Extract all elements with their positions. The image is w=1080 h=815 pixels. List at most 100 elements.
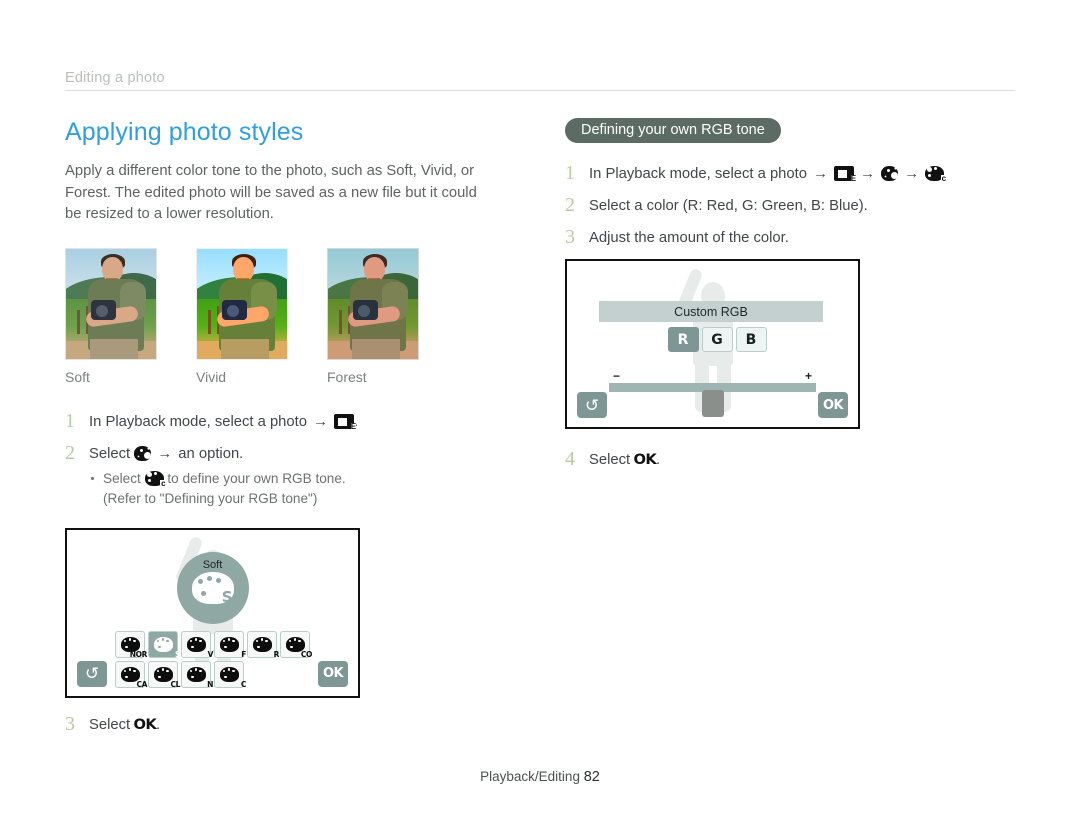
- step-2: 2 Select → an option. Select c to define…: [65, 441, 515, 510]
- step-number: 4: [565, 448, 575, 470]
- left-steps-list: 1 In Playback mode, select a photo → E. …: [65, 410, 515, 510]
- style-option-label: F: [241, 649, 246, 659]
- thumbnail-cell-vivid: Vivid: [196, 247, 288, 385]
- running-head: Editing a photo: [65, 70, 1015, 91]
- style-option-label: NOR: [129, 649, 148, 659]
- style-option-ca[interactable]: CA: [115, 660, 147, 689]
- plus-icon[interactable]: +: [805, 370, 812, 382]
- thumbnail-cell-soft: Soft: [65, 247, 157, 385]
- step-text-after: .: [156, 716, 161, 733]
- selected-style-label: Soft: [202, 558, 223, 571]
- arrow-glyph: →: [813, 166, 828, 182]
- ok-button[interactable]: OK: [318, 660, 348, 687]
- minus-icon[interactable]: −: [613, 370, 620, 382]
- style-option-c[interactable]: C: [214, 660, 247, 689]
- style-option-cl[interactable]: CL: [148, 660, 181, 689]
- photo-thumbnail-forest: [327, 247, 419, 360]
- bullet-item-note: (Refer to "Defining your RGB tone"): [89, 489, 346, 509]
- footer-section-label: Playback/Editing: [480, 769, 580, 784]
- arrow-glyph: →: [313, 413, 328, 430]
- custom-rgb-screen[interactable]: Custom RGB R G B − + ↺ OK: [565, 259, 860, 429]
- thumbnail-label: Vivid: [196, 368, 227, 385]
- step-text-before: In Playback mode, select a photo: [589, 166, 807, 182]
- palette-glyph-icon: S: [191, 571, 234, 606]
- back-arrow-icon: ↺: [584, 395, 600, 415]
- style-option-label: CA: [136, 679, 147, 689]
- step-number: 3: [565, 226, 575, 248]
- edit-mode-icon: E: [334, 413, 357, 431]
- step-number: 3: [65, 712, 75, 735]
- page-title: Applying photo styles: [65, 118, 304, 146]
- step-number: 1: [565, 162, 575, 184]
- step-text: Select a color (R: Red, G: Green, B: Blu…: [589, 198, 868, 214]
- arrow-glyph: →: [157, 445, 173, 462]
- step-text-after: an option.: [178, 445, 244, 462]
- rgb-step-4: 4 Select OK.: [565, 449, 1020, 471]
- style-option-row-1: NOR S V F R CO: [115, 630, 312, 659]
- slider-knob[interactable]: [701, 390, 724, 417]
- edit-mode-icon: E: [834, 166, 857, 183]
- custom-rgb-title: Custom RGB: [599, 301, 823, 322]
- style-option-f[interactable]: F: [214, 630, 246, 659]
- rgb-button-g[interactable]: G: [701, 327, 733, 352]
- ok-icon: OK: [633, 452, 657, 468]
- rgb-palette-icon: c: [925, 166, 948, 183]
- style-option-v[interactable]: V: [181, 630, 214, 659]
- palette-icon: [134, 445, 152, 461]
- style-option-label: CO: [300, 649, 312, 659]
- page-number: 82: [583, 769, 600, 785]
- section-badge: Defining your own RGB tone: [565, 118, 781, 143]
- style-option-co[interactable]: CO: [280, 630, 312, 659]
- style-option-s[interactable]: S: [148, 630, 180, 659]
- rgb-button-r[interactable]: R: [667, 327, 699, 352]
- style-option-n[interactable]: N: [181, 660, 213, 689]
- palette-icon: [881, 166, 899, 181]
- bullet-text-after: to define your own RGB tone.: [167, 470, 346, 486]
- slider-track[interactable]: [609, 383, 816, 417]
- step-number: 2: [565, 194, 575, 216]
- step-text-after: .: [656, 452, 661, 468]
- photo-style-screen[interactable]: Soft S NOR S V F R CO CA CL N C ↺ OK: [65, 527, 360, 698]
- photo-thumbnail-soft: [65, 247, 157, 360]
- step-text: Adjust the amount of the color.: [589, 230, 789, 246]
- photo-thumbnail-vivid: [196, 247, 288, 360]
- amount-slider[interactable]: − +: [609, 370, 816, 417]
- rgb-palette-icon: c: [144, 470, 167, 488]
- right-steps-list: 1 In Playback mode, select a photo → E →…: [565, 163, 1020, 249]
- left-column: Applying photo styles Apply a different …: [65, 118, 515, 746]
- step-number: 2: [65, 441, 75, 464]
- step-text: Select OK.: [589, 449, 660, 471]
- step-text-before: Select: [589, 452, 631, 468]
- thumbnail-label: Soft: [65, 368, 90, 385]
- style-option-r[interactable]: R: [247, 630, 279, 658]
- intro-paragraph: Apply a different color tone to the phot…: [65, 163, 477, 222]
- back-arrow-icon: ↺: [84, 664, 100, 683]
- arrow-glyph: →: [860, 166, 875, 182]
- ok-icon: OK: [133, 716, 157, 733]
- thumbnail-cell-forest: Forest: [327, 247, 419, 385]
- step-text: Select → an option. Select c to define y…: [89, 443, 346, 510]
- style-option-label: V: [207, 649, 214, 659]
- step-2-bullets: Select c to define your own RGB tone. (R…: [89, 469, 346, 509]
- right-column: Defining your own RGB tone 1 In Playback…: [565, 118, 1020, 481]
- step-text-before: Select: [89, 445, 131, 462]
- style-option-label: S: [174, 649, 180, 659]
- running-head-divider: [65, 90, 1015, 91]
- style-option-nor[interactable]: NOR: [115, 630, 148, 659]
- style-option-row-2: CA CL N C: [115, 660, 310, 689]
- running-head-text: Editing a photo: [65, 70, 165, 86]
- selected-style-glyph: S: [221, 587, 233, 606]
- step-1: 1 In Playback mode, select a photo → E.: [65, 410, 515, 433]
- style-sample-thumbnails: Soft Vivid Forest: [65, 247, 515, 385]
- style-option-label: CL: [170, 679, 181, 689]
- style-option-label: C: [240, 679, 247, 689]
- style-option-label: N: [207, 679, 213, 689]
- slider-signs: − +: [609, 370, 816, 382]
- rgb-button-b[interactable]: B: [735, 327, 767, 352]
- step-text: In Playback mode, select a photo → E → →…: [589, 163, 948, 185]
- back-button[interactable]: ↺: [577, 392, 607, 418]
- ok-button[interactable]: OK: [818, 392, 848, 418]
- bullet-note-text: (Refer to "Defining your RGB tone"): [103, 491, 318, 506]
- back-button[interactable]: ↺: [77, 660, 107, 687]
- page-footer: Playback/Editing 82: [0, 769, 1080, 785]
